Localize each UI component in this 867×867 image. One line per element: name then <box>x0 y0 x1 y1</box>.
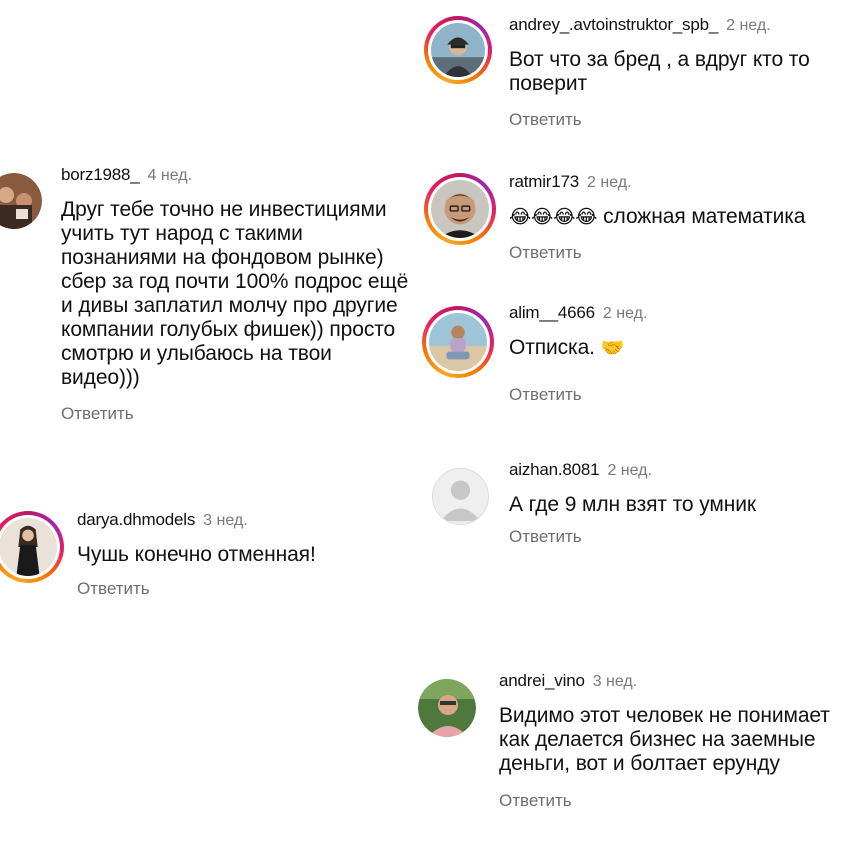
timestamp: 2 нед. <box>607 462 652 479</box>
user-avatar-icon <box>0 173 42 229</box>
username[interactable]: borz1988_ <box>61 165 140 184</box>
avatar[interactable] <box>424 16 492 84</box>
comment-text: Вот что за бред , а вдруг кто то поверит <box>509 48 810 95</box>
laughing-emoji-icon: 😂😂😂😂 <box>509 207 598 228</box>
comment-text: Друг тебе точно не инвестициями учить ту… <box>61 198 409 389</box>
timestamp: 2 нед. <box>587 174 632 191</box>
user-avatar-icon <box>418 679 476 737</box>
reply-button[interactable]: Ответить <box>77 579 150 599</box>
handshake-emoji-icon: 🤝 <box>600 338 625 359</box>
reply-button[interactable]: Ответить <box>61 404 134 424</box>
username[interactable]: ratmir173 <box>509 172 579 191</box>
timestamp: 4 нед. <box>147 167 193 184</box>
comment-text: Чушь конечно отменная! <box>77 543 316 566</box>
avatar[interactable] <box>0 511 64 583</box>
timestamp: 3 нед. <box>592 673 638 690</box>
default-avatar-icon <box>433 469 488 524</box>
avatar[interactable] <box>0 173 42 229</box>
timestamp: 3 нед. <box>203 512 248 529</box>
username[interactable]: alim__4666 <box>509 303 595 322</box>
reply-button[interactable]: Ответить <box>509 243 582 263</box>
username[interactable]: darya.dhmodels <box>77 510 195 529</box>
avatar[interactable] <box>432 468 489 525</box>
timestamp: 2 нед. <box>602 305 648 322</box>
reply-button[interactable]: Ответить <box>509 110 582 130</box>
avatar[interactable] <box>424 173 496 245</box>
user-avatar-icon <box>429 313 487 371</box>
comment-text: Отписка. <box>509 336 595 359</box>
avatar[interactable] <box>422 306 494 378</box>
timestamp: 2 нед. <box>726 17 771 34</box>
username[interactable]: andrei_vino <box>499 671 585 690</box>
user-avatar-icon <box>0 518 57 576</box>
comment-text: сложная математика <box>603 205 806 228</box>
avatar[interactable] <box>418 679 476 737</box>
user-avatar-icon <box>431 23 485 77</box>
user-avatar-icon <box>431 180 489 238</box>
reply-button[interactable]: Ответить <box>499 791 572 811</box>
comment-text: Видимо этот человек не понимает как дела… <box>499 704 830 775</box>
reply-button[interactable]: Ответить <box>509 527 582 547</box>
username[interactable]: aizhan.8081 <box>509 460 600 479</box>
comment-text: А где 9 млн взят то умник <box>509 493 756 516</box>
username[interactable]: andrey_.avtoinstruktor_spb_ <box>509 15 718 34</box>
reply-button[interactable]: Ответить <box>509 385 582 405</box>
